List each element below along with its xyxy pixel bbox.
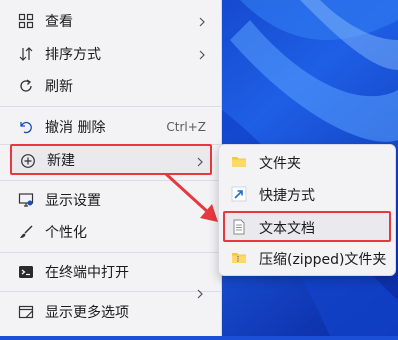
sort-icon bbox=[18, 46, 34, 62]
menu-item-label: 新建 bbox=[47, 152, 75, 169]
menu-item-open-terminal[interactable]: 在终端中打开 bbox=[10, 257, 212, 287]
submenu-item-folder[interactable]: 文件夹 bbox=[223, 147, 391, 177]
chevron-right-icon bbox=[196, 286, 204, 300]
menu-item-show-more-options[interactable]: 显示更多选项 bbox=[10, 297, 212, 327]
submenu-item-label: 文本文档 bbox=[259, 221, 315, 237]
new-submenu: 文件夹 快捷方式 文本文档 压缩(zipped)文件夹 bbox=[218, 144, 396, 276]
folder-icon bbox=[231, 154, 247, 170]
menu-item-label: 查看 bbox=[45, 14, 73, 30]
menu-item-label: 显示更多选项 bbox=[45, 305, 129, 321]
submenu-item-text-document[interactable]: 文本文档 bbox=[223, 211, 391, 242]
personalize-brush-icon bbox=[18, 224, 34, 240]
desktop-context-menu: 查看 排序方式 刷新 撤消 删除 Ctrl+Z 新建 显示设置 个性化 在终端中… bbox=[0, 0, 222, 336]
menu-separator bbox=[0, 252, 222, 253]
menu-item-label: 显示设置 bbox=[45, 193, 101, 209]
submenu-item-zip-folder[interactable]: 压缩(zipped)文件夹 bbox=[223, 243, 391, 273]
menu-item-label: 刷新 bbox=[45, 79, 73, 95]
shortcut-icon bbox=[231, 186, 247, 202]
view-grid-icon bbox=[18, 13, 34, 29]
menu-item-label: 撤消 删除 bbox=[45, 120, 106, 136]
menu-item-label: 在终端中打开 bbox=[45, 265, 129, 281]
menu-item-label: 排序方式 bbox=[45, 47, 101, 63]
menu-item-undo-delete[interactable]: 撤消 删除 Ctrl+Z bbox=[10, 112, 212, 142]
submenu-item-label: 快捷方式 bbox=[259, 188, 315, 204]
menu-item-label: 个性化 bbox=[45, 225, 87, 241]
text-document-icon bbox=[231, 219, 247, 235]
display-settings-icon bbox=[18, 192, 34, 208]
chevron-right-icon bbox=[196, 154, 204, 168]
submenu-item-label: 压缩(zipped)文件夹 bbox=[259, 252, 387, 268]
chevron-right-icon bbox=[198, 47, 206, 61]
refresh-icon bbox=[18, 78, 34, 94]
submenu-item-label: 文件夹 bbox=[259, 156, 301, 172]
menu-item-sort[interactable]: 排序方式 bbox=[10, 39, 212, 69]
chevron-right-icon bbox=[198, 14, 206, 28]
terminal-icon bbox=[18, 264, 34, 280]
shortcut-hint: Ctrl+Z bbox=[166, 120, 206, 134]
menu-item-view[interactable]: 查看 bbox=[10, 6, 212, 36]
undo-icon bbox=[18, 119, 34, 135]
submenu-item-shortcut[interactable]: 快捷方式 bbox=[223, 179, 391, 209]
menu-separator bbox=[0, 106, 222, 107]
more-options-icon bbox=[18, 304, 34, 320]
zip-folder-icon bbox=[231, 250, 247, 266]
new-plus-icon bbox=[20, 153, 36, 169]
menu-separator bbox=[0, 291, 222, 292]
menu-item-refresh[interactable]: 刷新 bbox=[10, 71, 212, 101]
